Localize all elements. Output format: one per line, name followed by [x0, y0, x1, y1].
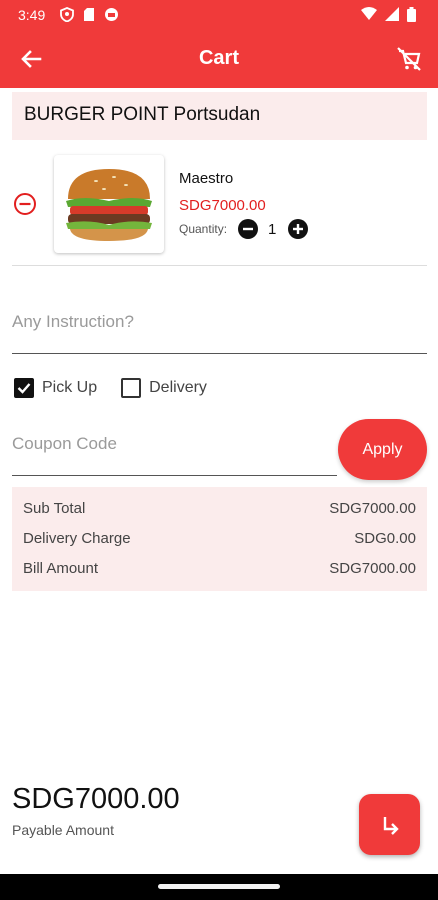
- remove-cart-icon[interactable]: [394, 44, 424, 74]
- delivery-charge-row: Delivery Charge SDG0.00: [23, 530, 416, 560]
- check-icon: [17, 383, 31, 394]
- decrease-quantity-icon[interactable]: [238, 219, 258, 239]
- apply-coupon-button[interactable]: Apply: [338, 419, 427, 480]
- delivery-charge-label: Delivery Charge: [23, 530, 131, 547]
- delivery-option[interactable]: Delivery: [121, 378, 207, 398]
- subtotal-value: SDG7000.00: [329, 500, 416, 517]
- page-title: Cart: [198, 47, 239, 69]
- payable-amount-label: Payable Amount: [12, 822, 114, 838]
- bill-summary: Sub Total SDG7000.00 Delivery Charge SDG…: [12, 487, 427, 591]
- coupon-input[interactable]: [12, 420, 337, 468]
- instruction-input[interactable]: [12, 300, 427, 344]
- app-bar: Cart: [0, 30, 438, 88]
- status-bar: 3:49: [0, 0, 438, 30]
- delivery-checkbox[interactable]: [121, 378, 142, 398]
- sim-card-icon: [84, 8, 94, 21]
- checkout-button[interactable]: [359, 794, 420, 855]
- home-gesture-handle[interactable]: [158, 884, 280, 889]
- status-time: 3:49: [18, 7, 46, 23]
- delivery-label: Delivery: [149, 379, 207, 396]
- payable-amount: SDG7000.00: [12, 783, 180, 815]
- signal-icon: [385, 7, 399, 21]
- cart-item: Maestro SDG7000.00 Quantity: 1: [12, 150, 427, 266]
- coupon-field[interactable]: [12, 420, 337, 476]
- burger-illustration: [66, 169, 152, 241]
- bill-amount-row: Bill Amount SDG7000.00: [23, 560, 416, 590]
- increase-quantity-icon[interactable]: [288, 219, 308, 239]
- remove-item-icon[interactable]: [13, 192, 37, 216]
- app-notification-icon: [105, 8, 118, 21]
- item-name: Maestro: [179, 170, 234, 187]
- delivery-charge-value: SDG0.00: [354, 530, 416, 547]
- instruction-field[interactable]: [12, 300, 427, 354]
- status-right-icons: [361, 7, 416, 22]
- shield-icon: [60, 7, 74, 22]
- order-type-options: Pick Up Delivery: [14, 378, 207, 398]
- quantity-value: 1: [268, 221, 277, 238]
- subtotal-label: Sub Total: [23, 500, 86, 517]
- subdirectory-arrow-icon: [383, 816, 399, 835]
- store-name: BURGER POINT Portsudan: [12, 92, 427, 140]
- item-image: [54, 155, 164, 253]
- status-left-icons: [60, 7, 119, 22]
- item-price: SDG7000.00: [179, 197, 266, 214]
- system-nav-bar: [0, 874, 438, 900]
- battery-icon: [407, 7, 416, 22]
- wifi-icon: [361, 7, 377, 20]
- pickup-option[interactable]: Pick Up: [14, 378, 97, 398]
- bill-amount-label: Bill Amount: [23, 560, 99, 577]
- pickup-label: Pick Up: [42, 379, 98, 396]
- pickup-checkbox[interactable]: [14, 378, 34, 398]
- quantity-label: Quantity:: [179, 222, 228, 236]
- subtotal-row: Sub Total SDG7000.00: [23, 500, 416, 530]
- bill-amount-value: SDG7000.00: [329, 560, 416, 577]
